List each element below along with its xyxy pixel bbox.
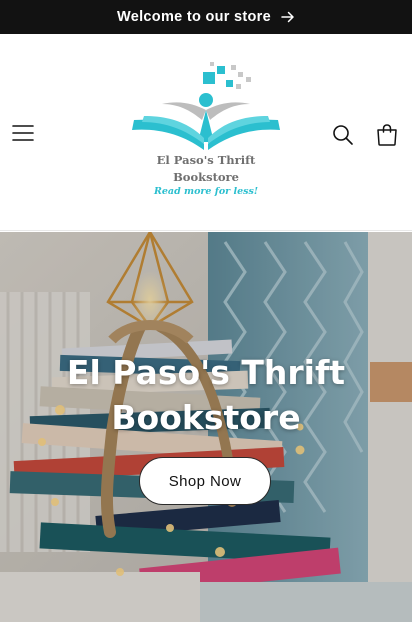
announcement-bar[interactable]: Welcome to our store [0, 0, 412, 34]
logo-title-line2: Bookstore [173, 170, 239, 184]
shop-now-button[interactable]: Shop Now [139, 457, 271, 505]
logo-title-line1: El Paso's Thrift [156, 153, 256, 167]
store-logo[interactable]: El Paso's Thrift Bookstore Read more for… [128, 60, 284, 200]
arrow-right-icon [281, 11, 294, 23]
site-header: El Paso's Thrift Bookstore Read more for… [0, 34, 412, 231]
hero-title: El Paso's Thrift Bookstore [0, 350, 412, 440]
hero-title-line2: Bookstore [111, 398, 301, 437]
search-button[interactable] [326, 118, 360, 152]
hamburger-menu-icon [12, 125, 34, 141]
search-icon [333, 125, 353, 145]
hero-banner: El Paso's Thrift Bookstore Shop Now [0, 232, 412, 622]
cart-button[interactable] [370, 118, 404, 152]
shopping-bag-icon [377, 124, 397, 146]
announcement-text: Welcome to our store [117, 9, 271, 25]
open-book-logo-icon [132, 62, 280, 150]
menu-button[interactable] [6, 116, 40, 150]
hero-title-line1: El Paso's Thrift [66, 353, 346, 392]
logo-tagline: Read more for less! [153, 186, 259, 197]
